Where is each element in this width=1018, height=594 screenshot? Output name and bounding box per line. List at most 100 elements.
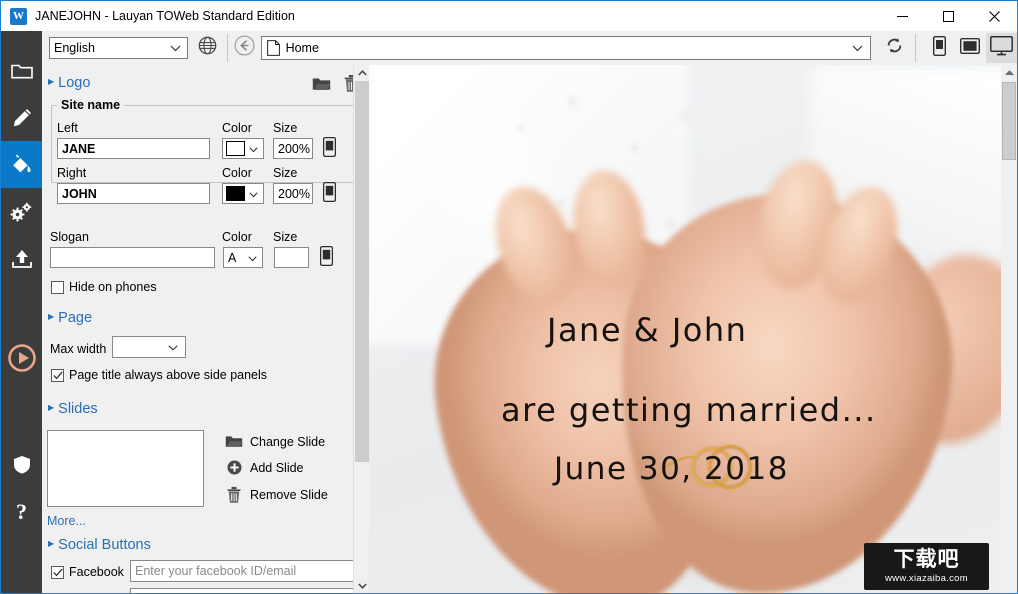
facebook-placeholder: Enter your facebook ID/email: [135, 564, 296, 578]
slogan-input[interactable]: [50, 247, 215, 268]
add-slide-button[interactable]: Add Slide: [224, 460, 304, 475]
page-select[interactable]: Home: [261, 36, 872, 60]
chevron-right-icon: ▶: [48, 313, 54, 321]
check-mark-icon: [53, 568, 63, 577]
language-value: English: [54, 41, 95, 55]
left-color-select[interactable]: [222, 138, 264, 159]
checkbox-box: [51, 369, 64, 382]
left-name-input[interactable]: JANE: [57, 138, 210, 159]
remove-slide-button[interactable]: Remove Slide: [224, 486, 328, 504]
max-width-select[interactable]: [112, 336, 186, 358]
scroll-down-button[interactable]: [354, 578, 369, 594]
facebook-checkbox[interactable]: Facebook: [51, 565, 124, 579]
check-mark-icon: [53, 371, 63, 380]
panel-scrollbar[interactable]: [353, 65, 369, 594]
slide-image: Jane & John are getting married... June …: [369, 65, 1001, 594]
right-name-value: JOHN: [62, 187, 97, 201]
sidebar-item-advanced-settings[interactable]: [1, 188, 42, 235]
section-title-page: Page: [58, 310, 92, 326]
logo-browse-button[interactable]: [310, 75, 332, 95]
device-button-desktop[interactable]: [986, 33, 1017, 63]
chevron-right-icon: ▶: [48, 540, 54, 548]
shield-icon: [13, 455, 31, 474]
language-globe-button[interactable]: [193, 35, 221, 61]
hide-on-phones-checkbox[interactable]: Hide on phones: [51, 280, 157, 294]
scrollbar-thumb[interactable]: [355, 81, 369, 462]
right-name-label: Right: [57, 166, 86, 180]
right-name-input[interactable]: JOHN: [57, 183, 210, 204]
page-title-above-label: Page title always above side panels: [69, 368, 267, 382]
chevron-up-icon: [358, 70, 367, 76]
language-select[interactable]: English: [49, 37, 188, 59]
device-button-tablet[interactable]: [955, 33, 986, 63]
hide-on-phones-label: Hide on phones: [69, 280, 157, 294]
facebook-label: Facebook: [69, 565, 124, 579]
chevron-up-icon: [1005, 70, 1014, 76]
sidebar-item-preview-run[interactable]: [1, 334, 42, 381]
slogan-size-phone-button[interactable]: [316, 246, 336, 269]
preview-scrollbar[interactable]: [1001, 65, 1017, 594]
section-header-logo[interactable]: ▶ Logo: [48, 75, 90, 91]
slogan-color-select[interactable]: A: [223, 247, 263, 268]
change-slide-button[interactable]: Change Slide: [224, 434, 325, 449]
watermark-text: 下载吧: [894, 549, 960, 570]
left-size-phone-button[interactable]: [319, 137, 339, 160]
slogan-label: Slogan: [50, 230, 89, 244]
maximize-button[interactable]: [925, 1, 971, 31]
chevron-down-icon: [248, 251, 257, 265]
change-slide-label: Change Slide: [250, 435, 325, 449]
close-button[interactable]: [971, 1, 1017, 31]
scroll-up-button[interactable]: [354, 65, 369, 81]
right-size-phone-button[interactable]: [319, 182, 339, 205]
refresh-button[interactable]: [879, 34, 909, 62]
sidebar-item-theme-design[interactable]: [1, 141, 42, 188]
slides-more-link[interactable]: More...: [47, 514, 86, 528]
left-name-label: Left: [57, 121, 78, 135]
right-color-swatch: [226, 186, 245, 201]
page-title-above-checkbox[interactable]: Page title always above side panels: [51, 368, 267, 382]
section-header-social-buttons[interactable]: ▶ Social Buttons: [48, 537, 151, 553]
chevron-down-icon: [168, 340, 178, 354]
pencil-icon: [11, 107, 33, 129]
question-mark-icon: ?: [16, 501, 27, 523]
slogan-color-label: Color: [222, 230, 252, 244]
facebook-id-input[interactable]: Enter your facebook ID/email: [130, 560, 357, 582]
slide-headline-line3: June 30, 2018: [554, 451, 789, 487]
preview-scrollbar-thumb[interactable]: [1002, 82, 1016, 160]
watermark-url: www.xiazaiba.com: [885, 573, 968, 584]
title-bar: JANEJOHN - Lauyan TOWeb Standard Edition: [1, 1, 1017, 31]
slogan-size-label: Size: [273, 230, 297, 244]
site-preview-area: Jane & John are getting married... June …: [369, 65, 1017, 594]
minimize-button[interactable]: [879, 1, 925, 31]
device-preview-buttons: [924, 33, 1017, 63]
left-size-label: Size: [273, 121, 297, 135]
chevron-right-icon: ▶: [48, 404, 54, 412]
application-window: JANEJOHN - Lauyan TOWeb Standard Edition: [0, 0, 1018, 594]
slide-preview-thumbnail[interactable]: [47, 430, 204, 507]
add-slide-label: Add Slide: [250, 461, 304, 475]
chevron-down-icon: [358, 583, 367, 589]
window-title: JANEJOHN - Lauyan TOWeb Standard Edition: [35, 9, 295, 23]
toolbar-separator-1: [227, 34, 228, 62]
sidebar-item-security[interactable]: [1, 441, 42, 488]
section-header-page[interactable]: ▶ Page: [48, 310, 92, 326]
main-toolbar: English: [42, 31, 1017, 65]
sidebar-item-edit-content[interactable]: [1, 94, 42, 141]
sidebar-item-site-manager[interactable]: [1, 47, 42, 94]
right-color-select[interactable]: [222, 183, 264, 204]
right-size-input[interactable]: 200%: [273, 183, 313, 204]
back-button[interactable]: [234, 37, 256, 59]
left-size-input[interactable]: 200%: [273, 138, 313, 159]
phone-icon: [323, 137, 336, 160]
slogan-size-input[interactable]: [274, 247, 309, 268]
sidebar-item-publish[interactable]: [1, 235, 42, 282]
section-header-slides[interactable]: ▶ Slides: [48, 401, 98, 417]
document-icon: [267, 40, 280, 56]
twitter-id-input[interactable]: [130, 588, 357, 594]
right-size-value: 200%: [278, 187, 310, 201]
sidebar-item-help[interactable]: ?: [1, 488, 42, 535]
chevron-right-icon: ▶: [48, 78, 54, 86]
folder-icon: [11, 62, 33, 80]
device-button-phone[interactable]: [924, 33, 955, 63]
preview-scroll-up-button[interactable]: [1001, 65, 1017, 81]
